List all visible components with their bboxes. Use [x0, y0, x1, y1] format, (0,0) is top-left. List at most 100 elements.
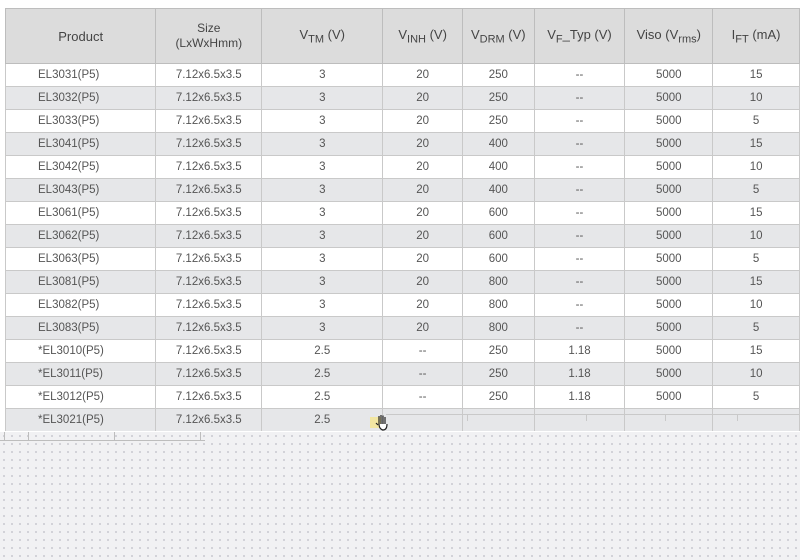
cell-product: *EL3010(P5)	[4, 339, 157, 363]
cell-viso: 5000	[624, 109, 714, 133]
cell-vinh: 20	[382, 224, 463, 248]
header-vinh[interactable]: VINH (V)	[382, 8, 463, 64]
cell-vinh: 20	[382, 178, 463, 202]
cell-vdrm: 800	[461, 270, 535, 294]
cell-product: *EL3011(P5)	[4, 362, 157, 386]
cell-vtm: 3	[261, 86, 384, 110]
cell-product: EL3081(P5)	[4, 270, 157, 294]
cell-vf: --	[533, 63, 626, 87]
cell-vtm: 3	[261, 201, 384, 225]
cell-viso: 5000	[624, 224, 714, 248]
cell-ift: 15	[712, 201, 800, 225]
cell-size: 7.12x6.5x3.5	[155, 270, 263, 294]
table-row: EL3042(P5) 7.12x6.5x3.5 3 20 400 -- 5000 10	[4, 155, 800, 179]
cell-vdrm: 800	[461, 316, 535, 340]
cell-vinh: 20	[382, 293, 463, 317]
cell-product: EL3032(P5)	[4, 86, 157, 110]
cell-ift: 15	[712, 270, 800, 294]
cell-vdrm: 250	[461, 362, 535, 386]
cell-ift: 5	[712, 316, 800, 340]
cell-viso: 5000	[624, 86, 714, 110]
cell-viso: 5000	[624, 339, 714, 363]
cell-vf: --	[533, 270, 626, 294]
cell-vtm: 3	[261, 132, 384, 156]
cell-viso: 5000	[624, 155, 714, 179]
table-row: *EL3012(P5) 7.12x6.5x3.5 2.5 -- 250 1.18 5000 5	[4, 385, 800, 409]
table-row: EL3081(P5) 7.12x6.5x3.5 3 20 800 -- 5000 15	[4, 270, 800, 294]
header-product[interactable]: Product	[4, 8, 157, 64]
cell-vinh: 20	[382, 270, 463, 294]
cell-ift	[712, 408, 800, 431]
table-row: EL3033(P5) 7.12x6.5x3.5 3 20 250 -- 5000 5	[4, 109, 800, 133]
cell-viso: 5000	[624, 63, 714, 87]
cell-vinh: --	[382, 339, 463, 363]
cell-vinh: 20	[382, 155, 463, 179]
cell-size: 7.12x6.5x3.5	[155, 224, 263, 248]
cell-viso: 5000	[624, 362, 714, 386]
cell-vf: --	[533, 224, 626, 248]
cell-product: EL3083(P5)	[4, 316, 157, 340]
cell-product: *EL3021(P5)	[4, 408, 157, 431]
table-header-row: Product Size (LxWxHmm) VTM (V) VINH (V) V…	[4, 8, 800, 64]
cell-ift: 5	[712, 109, 800, 133]
cell-vf: 1.18	[533, 385, 626, 409]
header-size[interactable]: Size (LxWxHmm)	[155, 8, 263, 64]
cell-size: 7.12x6.5x3.5	[155, 339, 263, 363]
cell-ift: 15	[712, 339, 800, 363]
cell-size: 7.12x6.5x3.5	[155, 408, 263, 431]
hand-grab-cursor-icon	[369, 414, 389, 432]
cell-size: 7.12x6.5x3.5	[155, 316, 263, 340]
header-vf-typ[interactable]: VF_Typ (V)	[533, 8, 626, 64]
cell-vtm: 3	[261, 109, 384, 133]
cell-size: 7.12x6.5x3.5	[155, 385, 263, 409]
header-ift[interactable]: IFT (mA)	[712, 8, 800, 64]
cell-vinh: 20	[382, 109, 463, 133]
header-vtm[interactable]: VTM (V)	[261, 8, 384, 64]
cell-size: 7.12x6.5x3.5	[155, 293, 263, 317]
cell-vf: 1.18	[533, 339, 626, 363]
cell-product: EL3062(P5)	[4, 224, 157, 248]
cell-vf: --	[533, 86, 626, 110]
cell-vdrm: 250	[461, 109, 535, 133]
cell-product: EL3033(P5)	[4, 109, 157, 133]
cell-size: 7.12x6.5x3.5	[155, 178, 263, 202]
cell-ift: 5	[712, 178, 800, 202]
cell-vf: --	[533, 316, 626, 340]
cell-size: 7.12x6.5x3.5	[155, 201, 263, 225]
cell-viso: 5000	[624, 293, 714, 317]
cell-ift: 10	[712, 224, 800, 248]
cell-vinh: --	[382, 362, 463, 386]
cell-viso: 5000	[624, 270, 714, 294]
cell-size: 7.12x6.5x3.5	[155, 109, 263, 133]
cell-product: *EL3012(P5)	[4, 385, 157, 409]
table-row: EL3083(P5) 7.12x6.5x3.5 3 20 800 -- 5000 5	[4, 316, 800, 340]
cell-viso: 5000	[624, 201, 714, 225]
table-row: EL3063(P5) 7.12x6.5x3.5 3 20 600 -- 5000 5	[4, 247, 800, 271]
table-body: EL3031(P5) 7.12x6.5x3.5 3 20 250 -- 5000 15 EL30…	[4, 63, 800, 431]
header-viso[interactable]: Viso (Vrms)	[624, 8, 714, 64]
cell-product: EL3063(P5)	[4, 247, 157, 271]
product-spec-table: Product Size (LxWxHmm) VTM (V) VINH (V) V…	[4, 8, 800, 431]
cell-vdrm: 400	[461, 155, 535, 179]
cell-size: 7.12x6.5x3.5	[155, 132, 263, 156]
cell-vdrm	[461, 408, 535, 431]
column-divider-tick	[586, 414, 587, 421]
cell-vtm: 3	[261, 270, 384, 294]
cell-vinh: 20	[382, 63, 463, 87]
cell-ift: 10	[712, 362, 800, 386]
cell-ift: 10	[712, 293, 800, 317]
table-row: EL3031(P5) 7.12x6.5x3.5 3 20 250 -- 5000 15	[4, 63, 800, 87]
cell-vf: --	[533, 293, 626, 317]
cell-viso: 5000	[624, 132, 714, 156]
cell-vdrm: 400	[461, 132, 535, 156]
cell-vf: --	[533, 109, 626, 133]
cell-vtm: 3	[261, 316, 384, 340]
cell-product: EL3082(P5)	[4, 293, 157, 317]
cell-vf: --	[533, 201, 626, 225]
cell-vdrm: 600	[461, 201, 535, 225]
cell-vdrm: 600	[461, 247, 535, 271]
cell-ift: 10	[712, 155, 800, 179]
cell-vinh: 20	[382, 86, 463, 110]
table-row: EL3082(P5) 7.12x6.5x3.5 3 20 800 -- 5000 10	[4, 293, 800, 317]
header-vdrm[interactable]: VDRM (V)	[461, 8, 535, 64]
